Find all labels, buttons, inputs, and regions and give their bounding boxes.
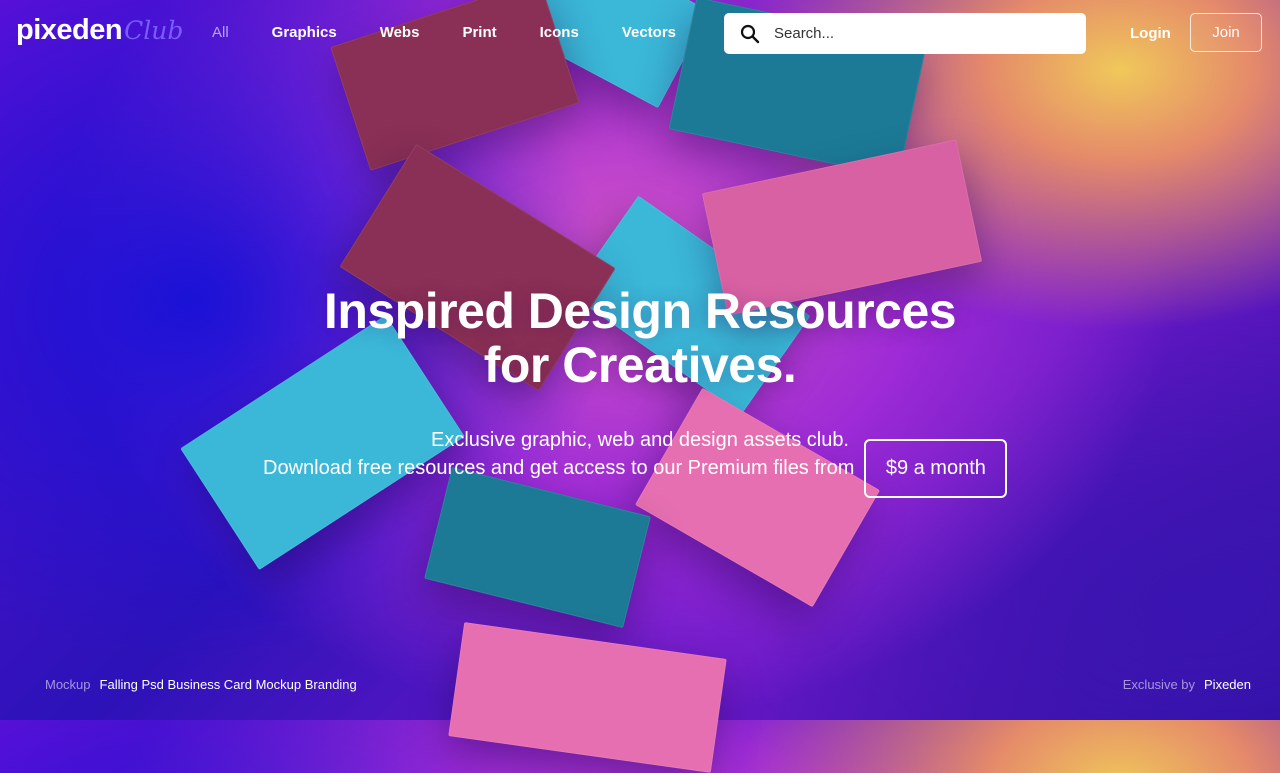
hero-title-line-1: Inspired Design Resources xyxy=(323,283,957,339)
join-button[interactable]: Join xyxy=(1190,13,1262,52)
search-box[interactable] xyxy=(724,13,1086,54)
nav-item-icons[interactable]: Icons xyxy=(540,24,579,41)
footer-exclusive-label: Exclusive by xyxy=(1122,677,1196,692)
pixeden-club-logo[interactable]: pixeden Club xyxy=(16,14,183,52)
hero-subtitle-row: Download free resources and get access t… xyxy=(263,438,1008,498)
nav-item-print[interactable]: Print xyxy=(462,24,496,41)
nav-item-graphics[interactable]: Graphics xyxy=(272,24,337,41)
login-link[interactable]: Login xyxy=(1130,25,1171,42)
card-pink-bottom xyxy=(448,622,727,773)
footer-brand-link[interactable]: Pixeden xyxy=(1204,677,1251,692)
footer-credit-left: Mockup Falling Psd Business Card Mockup … xyxy=(45,677,357,692)
nav-item-vectors[interactable]: Vectors xyxy=(622,24,676,41)
search-input[interactable] xyxy=(772,24,1066,43)
top-navigation-bar: pixeden Club All Graphics Webs Print Ico… xyxy=(0,0,1280,66)
main-nav: All Graphics Webs Print Icons Vectors xyxy=(212,24,719,41)
search-icon[interactable] xyxy=(740,24,760,44)
price-button[interactable]: $9 a month xyxy=(864,438,1008,498)
hero-title-line-2: for Creatives. xyxy=(483,337,797,393)
hero-subtitle-line-2: Download free resources and get access t… xyxy=(263,456,855,479)
hero-title: Inspired Design Resources for Creatives. xyxy=(0,284,1280,392)
logo-club-script: Club xyxy=(124,16,184,45)
footer-category-label: Mockup xyxy=(45,677,91,692)
nav-item-webs[interactable]: Webs xyxy=(380,24,420,41)
nav-item-all[interactable]: All xyxy=(212,24,229,41)
logo-wordmark: pixeden xyxy=(16,14,123,46)
footer-resource-link[interactable]: Falling Psd Business Card Mockup Brandin… xyxy=(100,677,357,692)
footer-credit-right: Exclusive by Pixeden xyxy=(1123,677,1251,692)
